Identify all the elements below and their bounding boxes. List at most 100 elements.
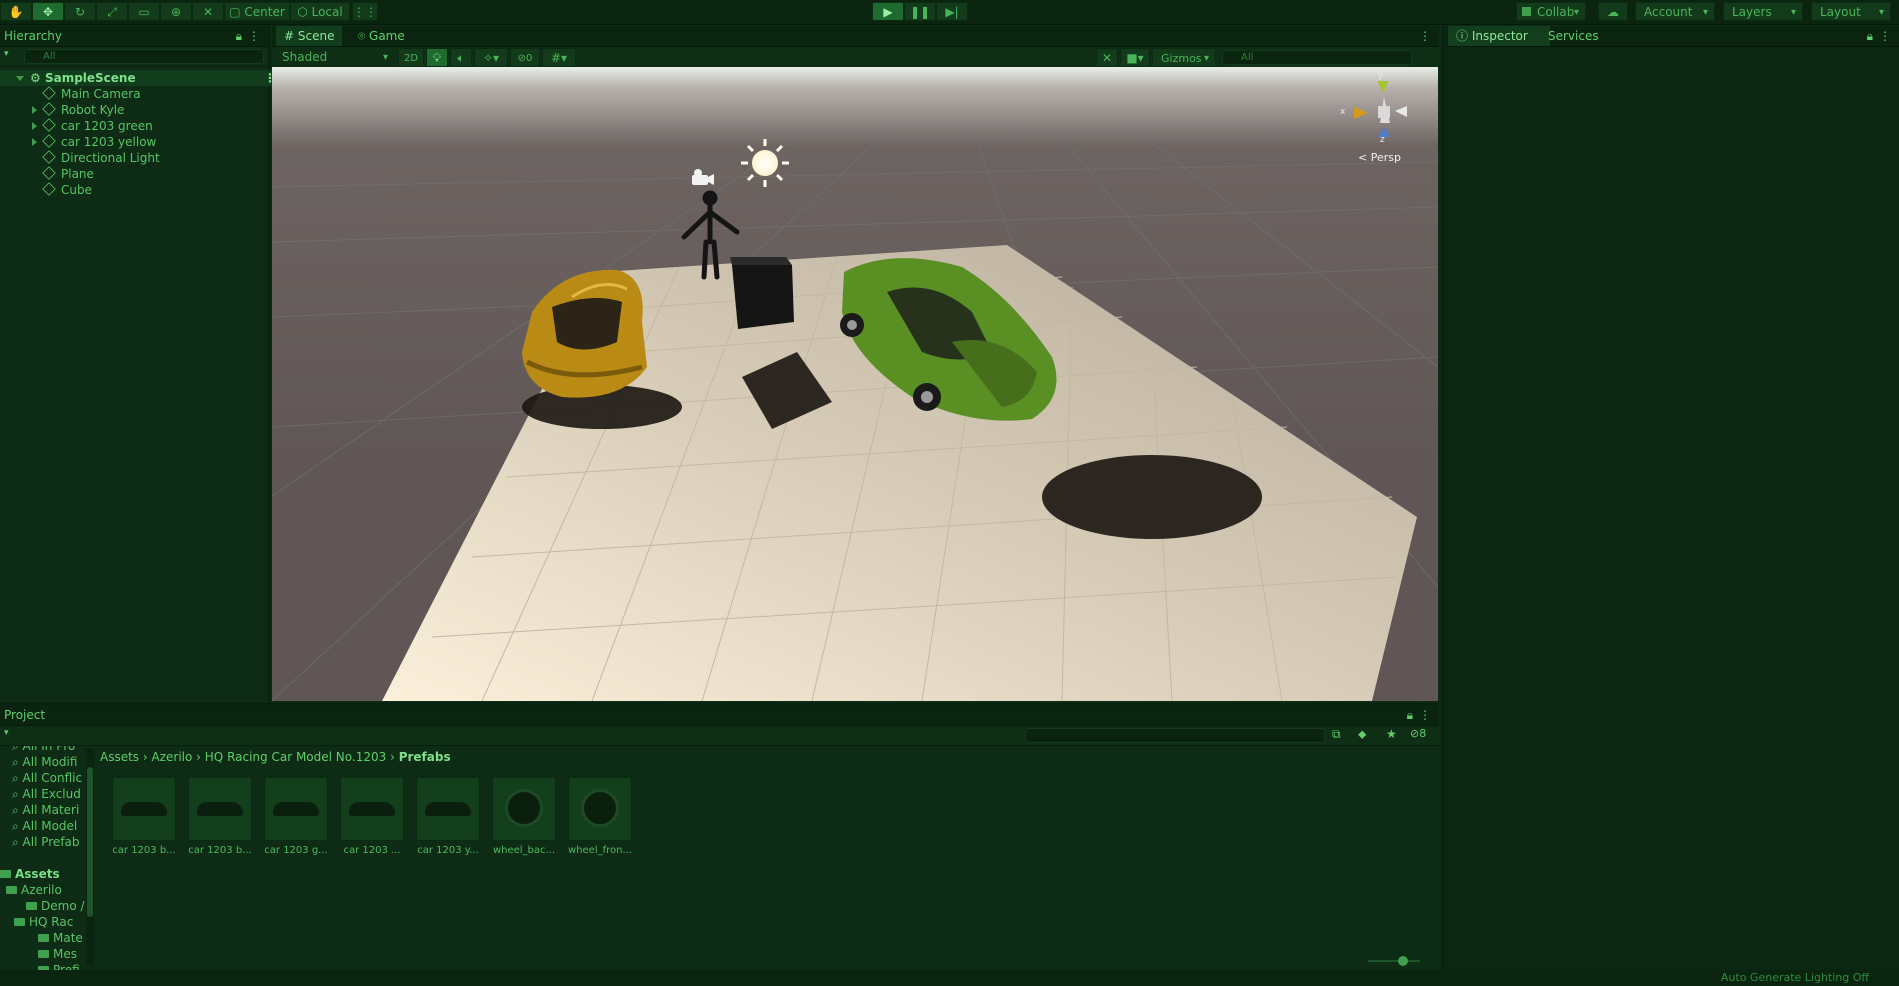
pivot-center-button[interactable]: ▢ Center — [224, 2, 290, 21]
cloud-icon[interactable]: ☁ — [1598, 2, 1628, 21]
grid-snap-icon[interactable]: ⋮⋮ — [352, 2, 378, 21]
hidden-objects-button[interactable]: ⊘0 — [510, 48, 540, 67]
car-prefab-thumbnail-icon — [112, 777, 176, 841]
favorite-star-icon[interactable]: ★ — [1386, 727, 1397, 741]
asset-item[interactable]: wheel_fron... — [568, 777, 632, 856]
tab-services[interactable]: Services — [1540, 26, 1607, 46]
favorite-search-item[interactable]: ⌕ All In Pro — [12, 746, 84, 754]
layout-dropdown[interactable]: Layout — [1811, 2, 1891, 22]
orientation-gizmo[interactable]: y x z < Persp — [1340, 71, 1430, 164]
pivot-local-button[interactable]: ⬡ Local — [290, 2, 350, 21]
project-folder-item[interactable]: Demo / — [26, 898, 86, 914]
hierarchy-item[interactable]: car 1203 green — [0, 118, 300, 134]
rect-tool-icon[interactable]: ▭ — [128, 2, 160, 21]
thumbnail-shape — [581, 789, 619, 827]
scale-tool-icon[interactable]: ⤢ — [96, 2, 128, 21]
tab-game[interactable]: ⌾ Game — [350, 26, 413, 46]
scene-search-input[interactable]: All — [1222, 50, 1412, 65]
kebab-menu-icon[interactable]: ⋮ — [1419, 705, 1431, 725]
move-tool-icon[interactable]: ✥ — [32, 2, 64, 21]
directional-light-gizmo-icon[interactable] — [741, 139, 789, 187]
hierarchy-item[interactable]: Main Camera — [0, 86, 300, 102]
breadcrumb-item[interactable]: Assets — [100, 750, 139, 764]
lock-icon[interactable]: 🔒︎ — [236, 26, 242, 46]
favorite-search-item[interactable]: ⌕ All Materi — [12, 802, 84, 818]
tab-scene[interactable]: # Scene — [276, 26, 343, 46]
hierarchy-search-input[interactable]: All — [24, 49, 264, 64]
asset-item[interactable]: car 1203 y... — [416, 777, 480, 856]
hierarchy-header: Hierarchy 🔒︎ ⋮ — [0, 26, 268, 47]
audio-toggle-icon[interactable]: 🔈︎ — [450, 48, 472, 67]
hierarchy-item[interactable]: Plane — [0, 166, 300, 182]
gizmos-dropdown[interactable]: Gizmos — [1152, 48, 1216, 68]
asset-item[interactable]: wheel_bac... — [492, 777, 556, 856]
thumbnail-size-slider[interactable] — [1368, 956, 1420, 966]
expand-arrow-icon[interactable] — [32, 122, 37, 130]
tree-scrollbar[interactable] — [86, 749, 94, 965]
camera-gizmo-icon[interactable] — [692, 169, 714, 185]
step-button[interactable]: ▶| — [936, 2, 968, 21]
project-folder-item[interactable]: Prefi — [38, 962, 86, 970]
kebab-menu-icon[interactable]: ⋮ — [248, 26, 260, 46]
project-folder-item[interactable]: Mate — [38, 930, 86, 946]
project-folder-item[interactable]: Azerilo — [6, 882, 86, 898]
collab-dropdown[interactable]: Collab — [1516, 2, 1586, 22]
project-folder-item[interactable]: Assets — [0, 866, 86, 882]
scene-row[interactable]: ⚙ SampleScene ⋮ — [0, 70, 284, 86]
hierarchy-item[interactable]: Cube — [0, 182, 300, 198]
favorite-search-item[interactable]: ⌕ All Prefab — [12, 834, 84, 850]
breadcrumb-item[interactable]: HQ Racing Car Model No.1203 — [205, 750, 386, 764]
hidden-packages-button[interactable]: ⊘8 — [1410, 727, 1426, 740]
slider-handle[interactable] — [1398, 956, 1408, 966]
scene-menu-icon[interactable]: ⋮ — [1419, 26, 1431, 46]
asset-item[interactable]: car 1203 ... — [340, 777, 404, 856]
folder-icon — [0, 870, 11, 878]
2d-toggle-button[interactable]: 2D — [398, 48, 424, 67]
effects-dropdown-icon[interactable]: ✧▾ — [474, 48, 508, 67]
favorite-search-item[interactable]: ⌕ All Modifi — [12, 754, 84, 770]
camera-dropdown-icon[interactable]: ■▾ — [1120, 48, 1150, 67]
breadcrumb-item[interactable]: Prefabs — [399, 750, 451, 764]
project-search-input[interactable] — [1025, 728, 1325, 743]
asset-item[interactable]: car 1203 g... — [264, 777, 328, 856]
favorite-search-item[interactable]: ⌕ All Conflic — [12, 770, 84, 786]
tools-icon[interactable]: ✕ — [1096, 48, 1118, 67]
rotate-tool-icon[interactable]: ↻ — [64, 2, 96, 21]
tab-inspector[interactable]: ⓘ Inspector — [1448, 26, 1550, 46]
expand-arrow-icon[interactable] — [32, 138, 37, 146]
breadcrumb-item[interactable]: Azerilo — [152, 750, 193, 764]
lighting-toggle-icon[interactable]: 💡︎ — [426, 48, 448, 67]
create-dropdown-icon[interactable]: ▾ — [4, 49, 9, 59]
layers-dropdown[interactable]: Layers — [1723, 2, 1803, 22]
expand-arrow-icon[interactable] — [32, 106, 37, 114]
favorite-search-item[interactable]: ⌕ All Exclud — [12, 786, 84, 802]
breadcrumb-separator-icon: › — [192, 750, 205, 764]
asset-item[interactable]: car 1203 b... — [112, 777, 176, 856]
hierarchy-item[interactable]: car 1203 yellow — [0, 134, 300, 150]
favorite-search-item[interactable]: ⌕ All Model — [12, 818, 84, 834]
account-dropdown[interactable]: Account — [1635, 2, 1715, 22]
lock-icon[interactable]: 🔒︎ — [1867, 26, 1873, 46]
play-button[interactable]: ▶ — [872, 2, 904, 21]
hand-tool-icon[interactable]: ✋ — [0, 2, 32, 21]
project-folder-item[interactable]: Mes — [38, 946, 86, 962]
persp-toggle[interactable]: < Persp — [1358, 151, 1401, 164]
expand-arrow-icon[interactable] — [16, 76, 24, 81]
shading-mode-dropdown[interactable]: Shaded — [274, 48, 394, 67]
hierarchy-item[interactable]: Directional Light — [0, 150, 300, 166]
pause-button[interactable]: ❚❚ — [904, 2, 936, 21]
grid-toggle-icon[interactable]: #▾ — [542, 48, 576, 67]
lock-icon[interactable]: 🔒︎ — [1407, 705, 1413, 725]
kebab-menu-icon[interactable]: ⋮ — [1879, 26, 1891, 46]
asset-item[interactable]: car 1203 b... — [188, 777, 252, 856]
transform-tool-icon[interactable]: ⊕ — [160, 2, 192, 21]
custom-tool-icon[interactable]: ✕ — [192, 2, 224, 21]
tree-scrollbar-thumb[interactable] — [87, 767, 93, 917]
create-dropdown-icon[interactable]: ▾ — [4, 728, 9, 738]
scene-viewport[interactable]: y x z < Persp — [272, 67, 1438, 701]
filter-type-icon[interactable]: ⧉ — [1332, 727, 1341, 742]
project-folder-item[interactable]: HQ Rac — [14, 914, 86, 930]
hierarchy-item[interactable]: Robot Kyle — [0, 102, 300, 118]
filter-label-icon[interactable]: ⬥ — [1358, 727, 1366, 742]
project-toolbar: ▾ ⧉ ⬥ ★ ⊘8 — [0, 726, 1439, 746]
